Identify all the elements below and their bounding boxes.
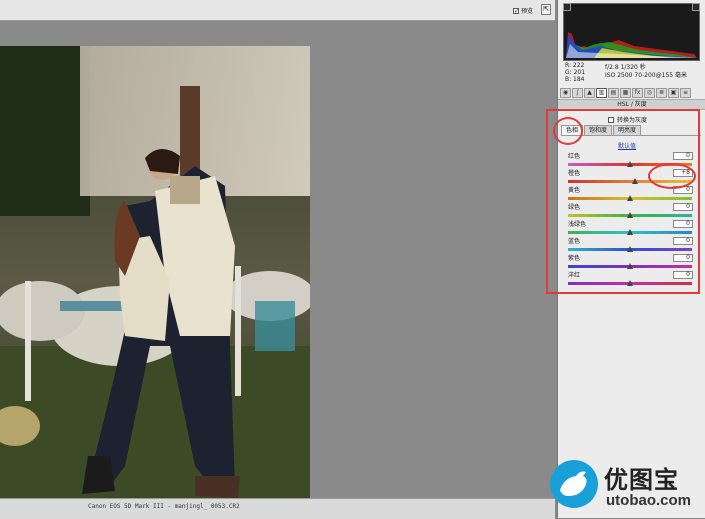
preview-checkbox-box[interactable]: ✓ (513, 7, 519, 14)
slider-label: 洋红 (568, 272, 581, 279)
aperture-shutter: f/2.8 1/320 秒 (605, 64, 646, 71)
shadow-clip-icon[interactable] (563, 3, 571, 11)
watermark-title: 优图宝 (604, 466, 679, 494)
preview-checkbox[interactable]: ✓ 预览 (513, 6, 533, 15)
r-value: R: 222 (565, 62, 585, 69)
split-toning-icon[interactable]: ▤ (608, 88, 619, 98)
adjustment-panel: R: 222 G: 201 B: 184 f/2.8 1/320 秒 ISO 2… (557, 0, 705, 518)
slider-label: 红色 (568, 153, 581, 160)
slider-red: 红色 0 (568, 152, 693, 170)
snapshots-icon[interactable]: ▣ (668, 88, 679, 98)
slider-label: 紫色 (568, 255, 581, 262)
histogram (563, 3, 700, 61)
default-link[interactable]: 默认值 (618, 141, 636, 150)
slider-label: 蓝色 (568, 238, 581, 245)
effects-icon[interactable]: fx (632, 88, 643, 98)
convert-grayscale-box[interactable] (608, 116, 614, 123)
slider-thumb[interactable] (627, 195, 633, 201)
slider-value-input[interactable]: 0 (673, 271, 693, 279)
slider-value-input[interactable]: 0 (673, 220, 693, 228)
g-value: G: 201 (565, 69, 586, 76)
watermark: 优图宝 utobao.com (548, 458, 705, 518)
slider-thumb[interactable] (627, 212, 633, 218)
hsl-tabs: 色相 饱和度 明亮度 (561, 125, 642, 135)
convert-grayscale-checkbox[interactable]: 转换为灰度 (608, 115, 647, 124)
slider-thumb[interactable] (627, 246, 633, 252)
convert-grayscale-label: 转换为灰度 (617, 117, 648, 124)
detail-icon[interactable]: ▲ (584, 88, 595, 98)
tab-divider (561, 135, 701, 136)
b-value: B: 184 (565, 76, 585, 83)
slider-label: 浅绿色 (568, 221, 587, 228)
slider-thumb[interactable] (627, 161, 633, 167)
hsl-icon[interactable]: ▥ (596, 88, 607, 98)
photo-image (0, 46, 310, 515)
slider-yellow: 黄色 0 (568, 186, 693, 204)
slider-label: 绿色 (568, 204, 581, 211)
slider-green: 绿色 0 (568, 203, 693, 221)
lens-correction-icon[interactable]: ▦ (620, 88, 631, 98)
slider-label: 橙色 (568, 170, 581, 177)
panel-tabs-iconbar: ◉ ∫ ▲ ▥ ▤ ▦ fx ◎ ≣ ▣ ≡ (560, 88, 702, 98)
tone-curve-icon[interactable]: ∫ (572, 88, 583, 98)
camera-calibration-icon[interactable]: ◎ (644, 88, 655, 98)
panel-title: HSL / 灰度 (558, 99, 705, 110)
tab-saturation[interactable]: 饱和度 (584, 125, 613, 135)
histogram-graph (566, 32, 697, 58)
tab-luminance[interactable]: 明亮度 (613, 125, 642, 135)
top-toolbar: ✓ 预览 ⇱ (0, 0, 555, 21)
status-filename: Canon EOS 5D Mark III - manjingl_ 0053.C… (88, 503, 240, 510)
slider-value-input[interactable]: 0 (673, 186, 693, 194)
slider-track[interactable] (568, 180, 692, 183)
watermark-url: utobao.com (606, 492, 691, 509)
slider-magenta: 洋红 0 (568, 271, 693, 289)
highlight-clip-icon[interactable] (692, 3, 700, 11)
preview-label: 预览 (521, 8, 534, 15)
panel-menu-icon[interactable]: ≡ (680, 88, 691, 98)
slider-value-input[interactable]: 0 (673, 254, 693, 262)
slider-value-input[interactable]: 0 (673, 237, 693, 245)
slider-blue: 蓝色 0 (568, 237, 693, 255)
rgb-values: R: 222 G: 201 B: 184 (565, 62, 585, 83)
slider-purple: 紫色 0 (568, 254, 693, 272)
slider-thumb[interactable] (627, 229, 633, 235)
slider-thumb[interactable] (631, 178, 638, 184)
iso-lens: ISO 2500 70-200@155 毫米 (605, 72, 687, 79)
slider-value-input[interactable]: 0 (673, 203, 693, 211)
slider-aqua: 浅绿色 0 (568, 220, 693, 238)
slider-thumb[interactable] (627, 280, 633, 286)
presets-icon[interactable]: ≣ (656, 88, 667, 98)
bird-logo-icon (550, 460, 598, 508)
slider-value-input[interactable]: +8 (673, 169, 693, 177)
slider-label: 黄色 (568, 187, 581, 194)
basic-panel-icon[interactable]: ◉ (560, 88, 571, 98)
slider-thumb[interactable] (627, 263, 633, 269)
photo-preview[interactable] (0, 46, 310, 515)
fullscreen-button[interactable]: ⇱ (541, 4, 551, 15)
slider-value-input[interactable]: 0 (673, 152, 693, 160)
tab-hue[interactable]: 色相 (561, 125, 584, 135)
status-bar: Canon EOS 5D Mark III - manjingl_ 0053.C… (0, 498, 555, 519)
slider-orange: 橙色 +8 (568, 169, 693, 187)
pixel-readout: R: 222 G: 201 B: 184 f/2.8 1/320 秒 ISO 2… (565, 62, 700, 84)
image-canvas (0, 21, 555, 515)
